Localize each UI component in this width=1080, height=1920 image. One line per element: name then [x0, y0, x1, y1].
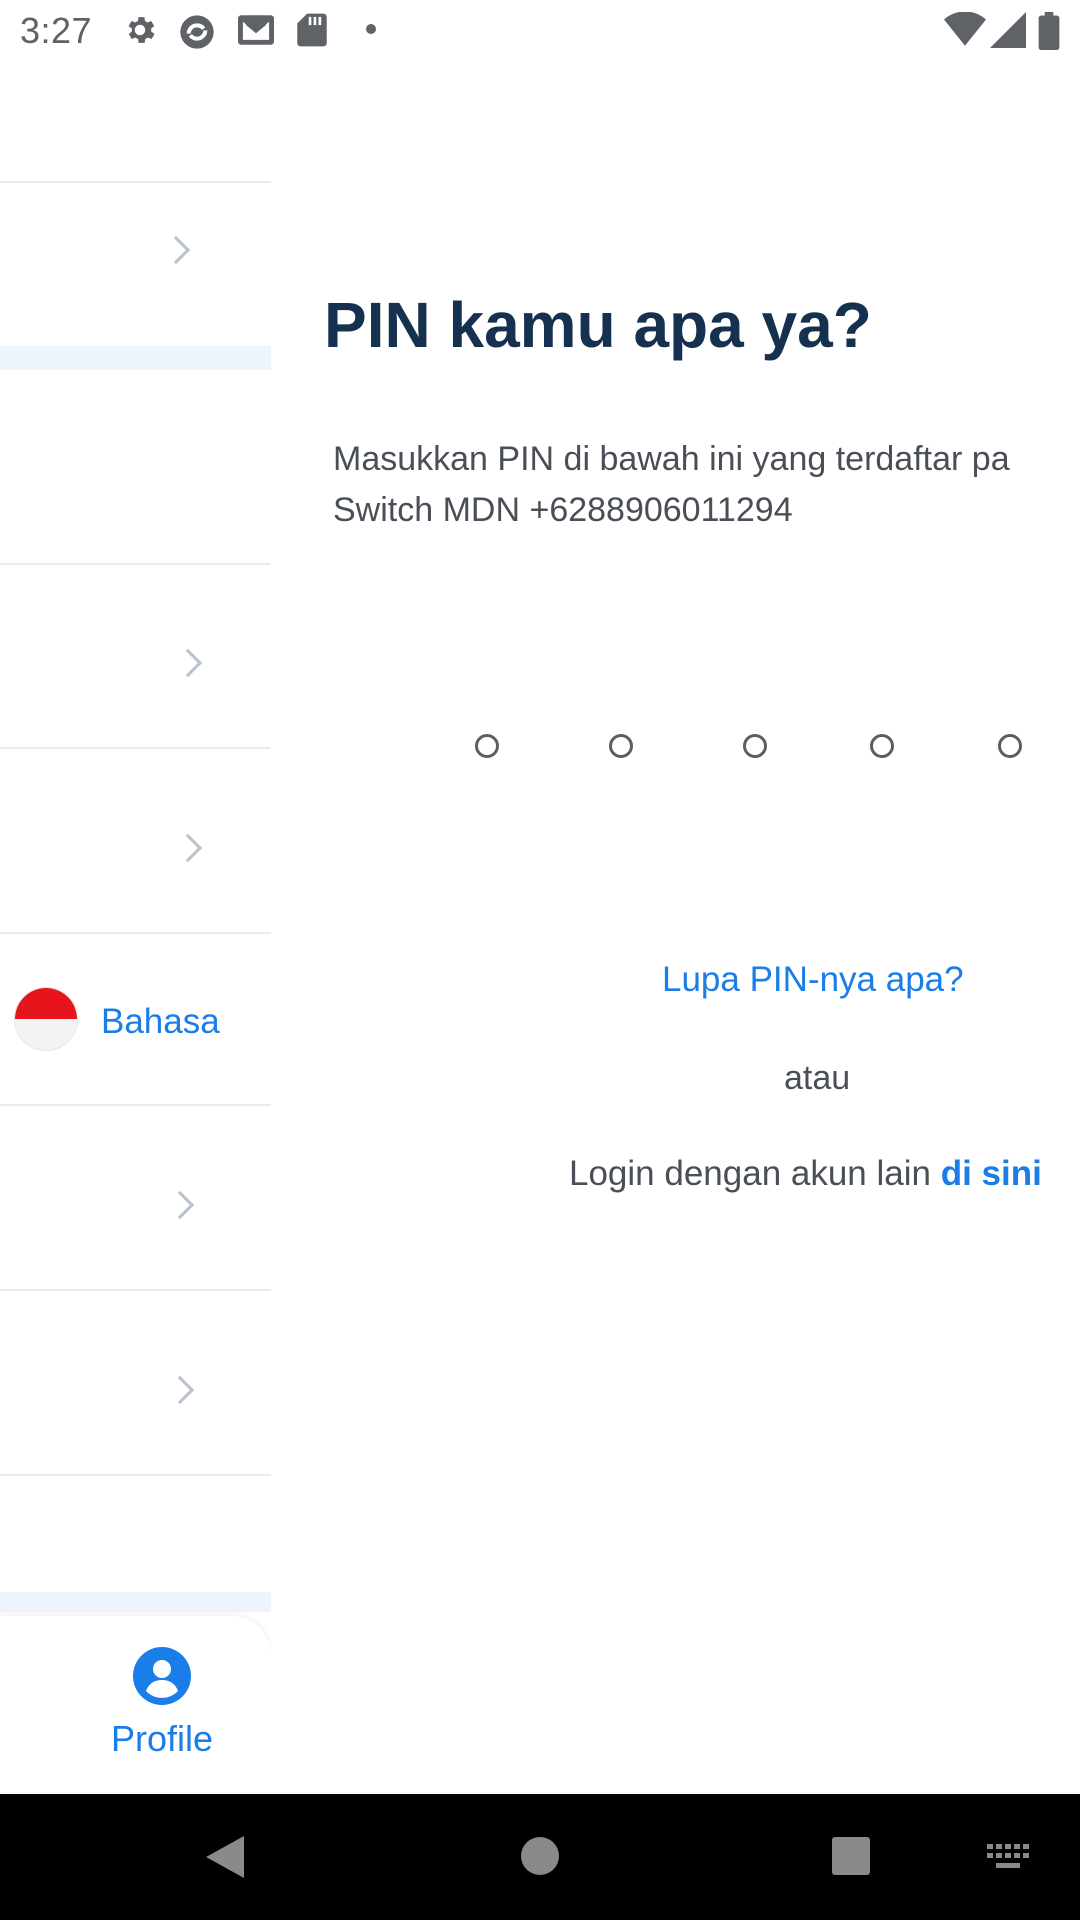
navigation-bar [0, 1794, 1080, 1920]
section-spacer [0, 346, 271, 370]
recents-icon[interactable] [831, 1836, 871, 1876]
divider [0, 181, 271, 183]
status-time: 3:27 [20, 10, 93, 51]
indonesia-flag-icon [14, 987, 78, 1051]
chevron-right-icon[interactable] [173, 833, 203, 863]
divider [0, 932, 271, 934]
mail-icon [238, 15, 274, 45]
signal-icon [990, 12, 1026, 48]
notification-dot-icon [366, 24, 376, 34]
divider [0, 1474, 271, 1476]
settings-icon [128, 17, 155, 43]
or-separator-text: atau [784, 1059, 851, 1097]
divider [0, 563, 271, 565]
pin-digit-dot [609, 734, 633, 758]
divider [0, 1104, 271, 1106]
sd-card-icon [297, 13, 327, 47]
page-title: PIN kamu apa ya? [324, 289, 872, 361]
profile-tab-icon[interactable] [133, 1647, 191, 1705]
forgot-pin-link[interactable]: Lupa PIN-nya apa? [662, 960, 964, 1000]
pin-description-line1: Masukkan PIN di bawah ini yang terdaftar… [333, 440, 1010, 478]
tab-profile-label[interactable]: Profile [89, 1718, 235, 1760]
login-other-link[interactable]: di sini [941, 1154, 1042, 1193]
chevron-right-icon[interactable] [173, 648, 203, 678]
pin-digit-dot [475, 734, 499, 758]
chevron-right-icon[interactable] [165, 1375, 195, 1405]
language-label[interactable]: Bahasa [101, 1002, 220, 1042]
section-spacer [0, 1592, 271, 1612]
divider [0, 1289, 271, 1291]
app-refresh-icon [180, 15, 214, 49]
login-other-account: Login dengan akun lain di sini [569, 1154, 1042, 1194]
background-profile-panel: Bahasa [0, 63, 271, 1794]
home-icon[interactable] [520, 1836, 560, 1876]
login-other-text: Login dengan akun lain [569, 1154, 941, 1193]
pin-description-line2: Switch MDN +6288906011294 [333, 491, 793, 529]
pin-digit-dot [998, 734, 1022, 758]
pin-digit-dot [870, 734, 894, 758]
battery-icon [1038, 12, 1060, 50]
keyboard-icon[interactable] [987, 1844, 1031, 1870]
chevron-right-icon[interactable] [165, 1190, 195, 1220]
pin-description: Masukkan PIN di bawah ini yang terdaftar… [333, 434, 1080, 536]
chevron-right-icon[interactable] [161, 235, 191, 265]
status-bar: 3:27 [0, 0, 1080, 63]
pin-digit-dot [743, 734, 767, 758]
wifi-icon [944, 12, 986, 46]
pin-input[interactable] [0, 734, 1080, 758]
back-icon[interactable] [204, 1834, 246, 1880]
bottom-tab-bar [0, 1616, 271, 1794]
